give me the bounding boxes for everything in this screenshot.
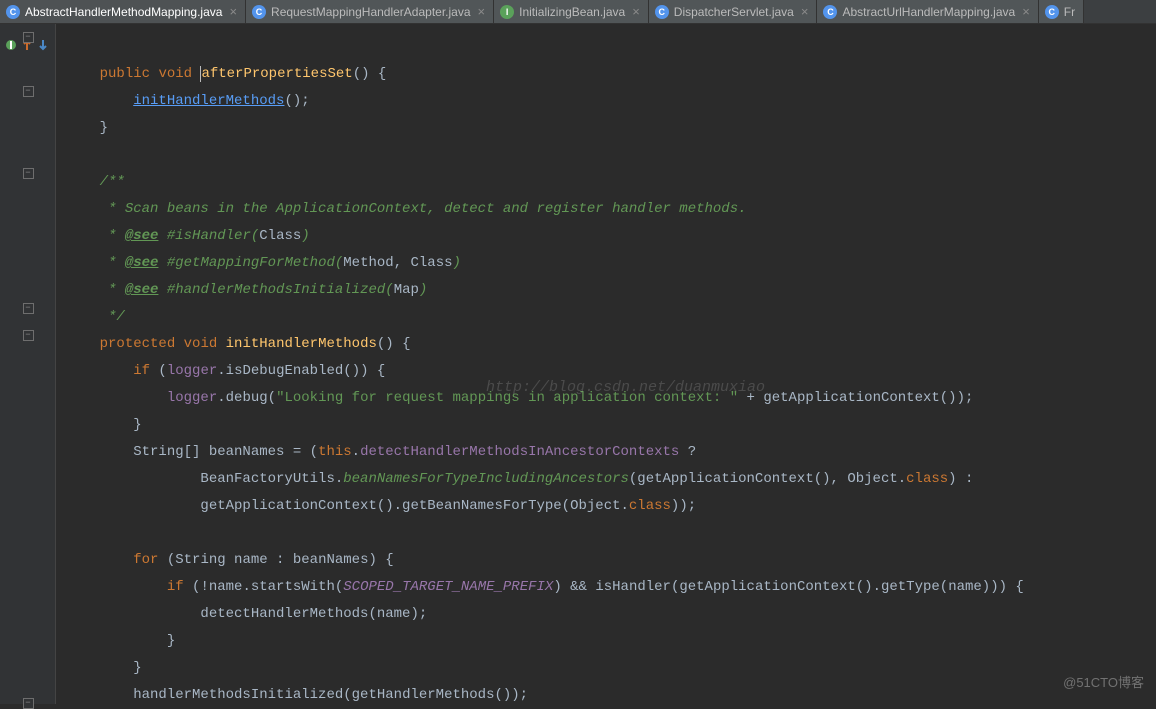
code-line: */ <box>66 309 125 325</box>
code-line: } <box>66 660 142 676</box>
fold-toggle[interactable]: − <box>23 32 34 43</box>
close-icon[interactable]: × <box>799 4 809 19</box>
tab-partial[interactable]: C Fr <box>1039 0 1084 23</box>
code-line: if (!name.startsWith(SCOPED_TARGET_NAME_… <box>66 579 1024 595</box>
watermark-corner: @51CTO博客 <box>1063 669 1144 696</box>
implements-icon <box>4 38 18 52</box>
code-line: detectHandlerMethods(name); <box>66 606 427 622</box>
tab-initializingbean[interactable]: I InitializingBean.java × <box>494 0 649 23</box>
tab-label: Fr <box>1064 5 1075 19</box>
code-line: * @see #isHandler(Class) <box>66 228 310 244</box>
class-icon: C <box>252 5 266 19</box>
code-line: BeanFactoryUtils.beanNamesForTypeIncludi… <box>66 471 973 487</box>
editor-tabs: C AbstractHandlerMethodMapping.java × C … <box>0 0 1156 24</box>
interface-icon: I <box>500 5 514 19</box>
code-line: } <box>66 633 175 649</box>
code-line: String[] beanNames = (this.detectHandler… <box>66 444 696 460</box>
close-icon[interactable]: × <box>1020 4 1030 19</box>
code-line: getApplicationContext().getBeanNamesForT… <box>66 498 696 514</box>
code-line: } <box>66 120 108 136</box>
tab-abstracthandlermethodmapping[interactable]: C AbstractHandlerMethodMapping.java × <box>0 0 246 23</box>
code-line: * Scan beans in the ApplicationContext, … <box>66 201 747 217</box>
class-icon: C <box>6 5 20 19</box>
code-line: } <box>66 417 142 433</box>
gutter: − − − − − − <box>0 24 56 704</box>
override-down-icon <box>36 38 50 52</box>
main-area: − − − − − − public void afterPropertiesS… <box>0 24 1156 704</box>
class-icon: C <box>1045 5 1059 19</box>
fold-toggle[interactable]: − <box>23 86 34 97</box>
close-icon[interactable]: × <box>476 4 486 19</box>
close-icon[interactable]: × <box>630 4 640 19</box>
code-line: initHandlerMethods(); <box>66 93 310 109</box>
code-line: * @see #handlerMethodsInitialized(Map) <box>66 282 427 298</box>
tab-label: DispatcherServlet.java <box>674 5 794 19</box>
tab-label: RequestMappingHandlerAdapter.java <box>271 5 470 19</box>
fold-toggle[interactable]: − <box>23 330 34 341</box>
tab-label: AbstractUrlHandlerMapping.java <box>842 5 1015 19</box>
class-icon: C <box>823 5 837 19</box>
fold-column: − − − − − − <box>28 24 29 704</box>
tab-requestmappinghandleradapter[interactable]: C RequestMappingHandlerAdapter.java × <box>246 0 494 23</box>
code-line: for (String name : beanNames) { <box>66 552 394 568</box>
close-icon[interactable]: × <box>227 4 237 19</box>
tab-abstracturlhandlermapping[interactable]: C AbstractUrlHandlerMapping.java × <box>817 0 1038 23</box>
code-line: handlerMethodsInitialized(getHandlerMeth… <box>66 687 528 703</box>
code-line: public void afterPropertiesSet() { <box>66 66 386 82</box>
tab-dispatcherservlet[interactable]: C DispatcherServlet.java × <box>649 0 818 23</box>
code-editor[interactable]: public void afterPropertiesSet() { initH… <box>56 24 1156 704</box>
class-icon: C <box>655 5 669 19</box>
fold-toggle[interactable]: − <box>23 303 34 314</box>
tab-label: AbstractHandlerMethodMapping.java <box>25 5 222 19</box>
code-line: protected void initHandlerMethods() { <box>66 336 411 352</box>
fold-toggle[interactable]: − <box>23 168 34 179</box>
code-line: logger.debug("Looking for request mappin… <box>66 390 973 406</box>
code-line: if (logger.isDebugEnabled()) { <box>66 363 385 379</box>
code-line: * @see #getMappingForMethod(Method, Clas… <box>66 255 461 271</box>
code-line: /** <box>66 174 125 190</box>
tab-label: InitializingBean.java <box>519 5 625 19</box>
